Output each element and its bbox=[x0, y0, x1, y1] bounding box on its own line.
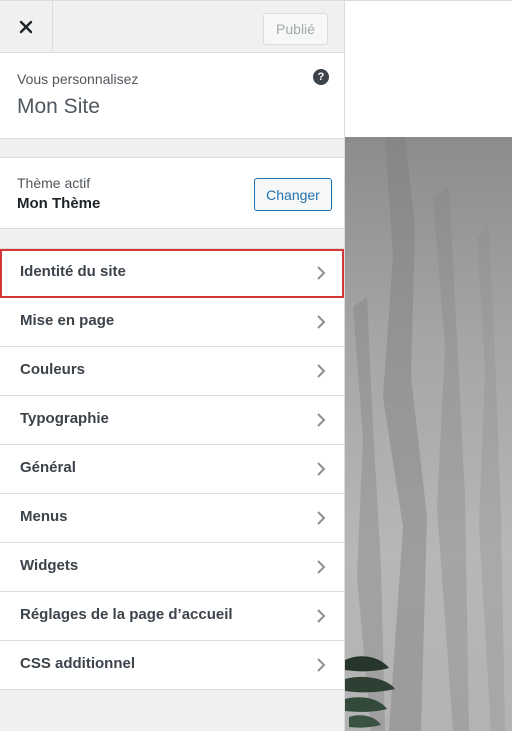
panel-label: Identité du site bbox=[20, 263, 126, 280]
chevron-right-icon bbox=[317, 315, 326, 329]
chevron-right-icon bbox=[317, 413, 326, 427]
panel-label: Menus bbox=[20, 508, 68, 525]
active-theme-section: Thème actif Mon Thème Changer bbox=[0, 157, 344, 229]
preview-header bbox=[345, 0, 512, 137]
customizer-sidebar: Publié Vous personnalisez Mon Site ? Thè… bbox=[0, 0, 345, 731]
panel-label: Typographie bbox=[20, 410, 109, 427]
chevron-right-icon bbox=[317, 511, 326, 525]
chevron-right-icon bbox=[317, 609, 326, 623]
chevron-right-icon bbox=[317, 462, 326, 476]
panel-colors[interactable]: Couleurs bbox=[0, 347, 344, 396]
help-icon[interactable]: ? bbox=[313, 69, 329, 85]
panel-label: Réglages de la page d’accueil bbox=[20, 606, 233, 623]
change-theme-button[interactable]: Changer bbox=[254, 178, 332, 211]
panel-label: Général bbox=[20, 459, 76, 476]
customize-action-text: Vous personnalisez bbox=[17, 71, 139, 87]
close-icon bbox=[19, 20, 33, 34]
customizer-panels: Identité du site Mise en page Couleurs T… bbox=[0, 248, 344, 690]
close-button[interactable] bbox=[0, 1, 53, 53]
chevron-right-icon bbox=[317, 266, 326, 280]
panel-menus[interactable]: Menus bbox=[0, 494, 344, 543]
panel-layout[interactable]: Mise en page bbox=[0, 298, 344, 347]
chevron-right-icon bbox=[317, 364, 326, 378]
active-theme-label: Thème actif bbox=[17, 175, 91, 191]
panel-widgets[interactable]: Widgets bbox=[0, 543, 344, 592]
foliage-image bbox=[345, 137, 505, 731]
chevron-right-icon bbox=[317, 658, 326, 672]
panel-homepage-settings[interactable]: Réglages de la page d’accueil bbox=[0, 592, 344, 641]
panel-general[interactable]: Général bbox=[0, 445, 344, 494]
customizer-header: Publié bbox=[0, 0, 344, 53]
panel-typography[interactable]: Typographie bbox=[0, 396, 344, 445]
panel-additional-css[interactable]: CSS additionnel bbox=[0, 641, 344, 690]
customize-info: Vous personnalisez Mon Site bbox=[0, 53, 344, 139]
chevron-right-icon bbox=[317, 560, 326, 574]
site-preview[interactable] bbox=[345, 0, 512, 731]
panel-site-identity[interactable]: Identité du site bbox=[0, 249, 344, 298]
panel-label: CSS additionnel bbox=[20, 655, 136, 672]
panel-label: Couleurs bbox=[20, 361, 86, 378]
preview-hero-image bbox=[345, 137, 512, 731]
panel-label: Widgets bbox=[20, 557, 79, 574]
site-title: Mon Site bbox=[17, 95, 100, 118]
active-theme-name: Mon Thème bbox=[17, 195, 101, 212]
panel-label: Mise en page bbox=[20, 312, 115, 329]
publish-button[interactable]: Publié bbox=[263, 13, 328, 45]
